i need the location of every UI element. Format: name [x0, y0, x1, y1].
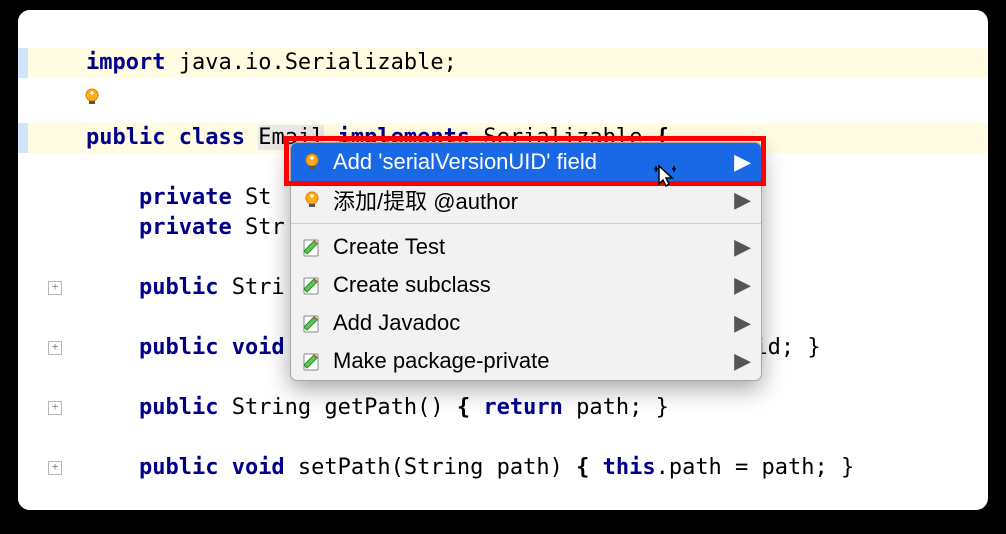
intention-actions-popup: Add 'serialVersionUID' field ▶ 添加/提取 @au…	[290, 142, 762, 381]
gutter: + + + +	[18, 10, 70, 510]
pencil-icon	[299, 348, 325, 374]
gutter-highlight-1	[18, 48, 70, 78]
pencil-icon	[299, 310, 325, 336]
code-line: public Stri	[86, 273, 285, 303]
code-line: private Str	[86, 213, 285, 243]
submenu-arrow-icon: ▶	[734, 310, 751, 336]
popup-item-label: Add Javadoc	[333, 310, 734, 336]
gutter-caret-1	[18, 48, 28, 78]
submenu-arrow-icon: ▶	[734, 187, 751, 213]
popup-item-label: 添加/提取 @author	[333, 184, 734, 216]
fold-icon[interactable]: +	[48, 401, 62, 415]
code-line: private St	[86, 183, 271, 213]
popup-item-label: Add 'serialVersionUID' field	[333, 149, 734, 175]
code-line: public void setPath(String path) { this.…	[86, 453, 854, 483]
popup-item-label: Make package-private	[333, 348, 734, 374]
pencil-icon	[299, 234, 325, 260]
fold-icon[interactable]: +	[48, 281, 62, 295]
popup-item-label: Create subclass	[333, 272, 734, 298]
popup-item-label: Create Test	[333, 234, 734, 260]
fold-icon[interactable]: +	[48, 341, 62, 355]
code-line: public String getPath() { return path; }	[86, 393, 669, 423]
popup-item-make-package-private[interactable]: Make package-private ▶	[291, 342, 761, 380]
popup-item-create-subclass[interactable]: Create subclass ▶	[291, 266, 761, 304]
popup-separator	[291, 223, 761, 224]
submenu-arrow-icon: ▶	[734, 149, 751, 175]
gutter-caret-2	[18, 123, 28, 153]
bulb-icon	[299, 149, 325, 175]
popup-item-add-javadoc[interactable]: Add Javadoc ▶	[291, 304, 761, 342]
pencil-icon	[299, 272, 325, 298]
gutter-highlight-2	[18, 123, 70, 153]
bulb-icon	[299, 187, 325, 213]
popup-item-create-test[interactable]: Create Test ▶	[291, 228, 761, 266]
popup-item-add-serialversionuid[interactable]: Add 'serialVersionUID' field ▶	[291, 143, 761, 181]
fold-icon[interactable]: +	[48, 461, 62, 475]
popup-item-add-author[interactable]: 添加/提取 @author ▶	[291, 181, 761, 219]
submenu-arrow-icon: ▶	[734, 234, 751, 260]
code-line: import java.io.Serializable;	[86, 48, 457, 78]
submenu-arrow-icon: ▶	[734, 348, 751, 374]
submenu-arrow-icon: ▶	[734, 272, 751, 298]
